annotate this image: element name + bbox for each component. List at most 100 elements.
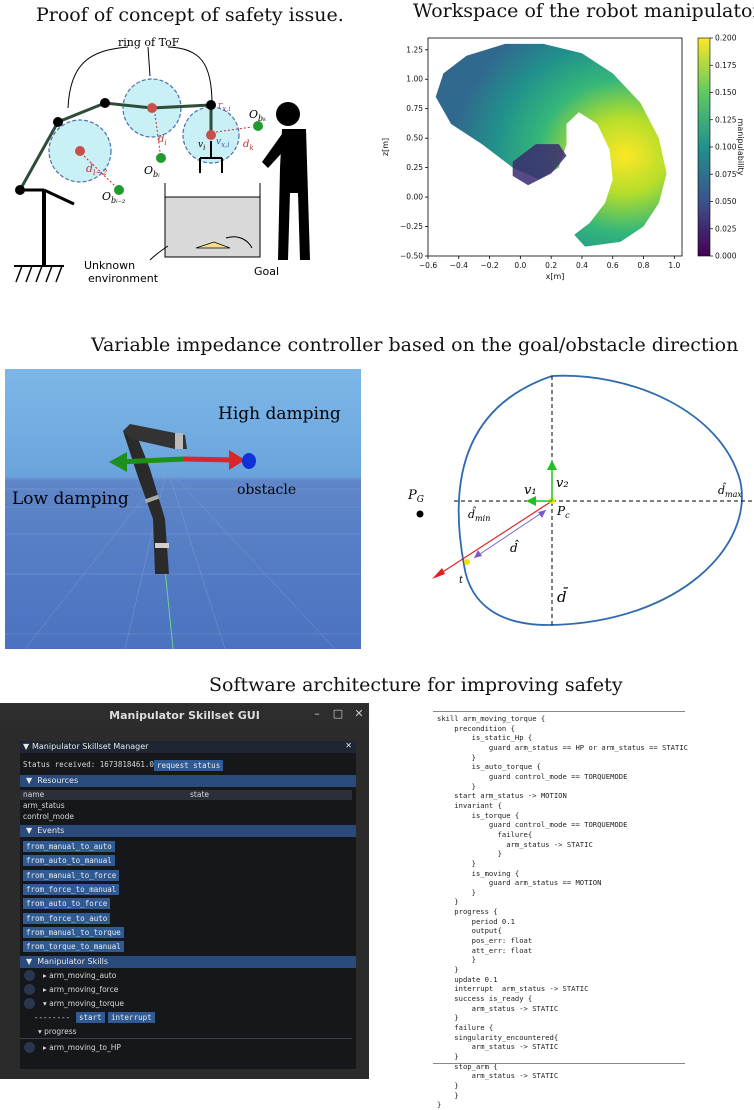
obstacle-label: obstacle	[237, 482, 296, 498]
workspace-chart: −0.6 −0.4 −0.2 0.0 0.2 0.4 0.6 0.8 1.0 1.25 1.00 0.…	[381, 34, 745, 282]
d-max-label: d̂max	[718, 483, 742, 499]
divider	[20, 1038, 352, 1039]
skill-status-dot	[24, 998, 35, 1009]
y-axis-label: z[m]	[381, 138, 390, 156]
manipulator-skills-header[interactable]: ▼ Manipulator Skills	[20, 956, 356, 968]
resources-header-label: Resources	[37, 776, 79, 785]
colorbar-gradient	[697, 37, 711, 257]
proof-title: Proof of concept of safety issue.	[36, 4, 344, 26]
d-i-label: di	[158, 134, 167, 147]
p-g-label: PG	[407, 488, 424, 505]
colorbar-tick-label: 0.075	[715, 170, 737, 179]
t-label: t	[459, 575, 464, 586]
plot-area: −0.6 −0.4 −0.2 0.0 0.2 0.4 0.6 0.8 1.0 1.25 1.00 0.…	[400, 37, 683, 270]
skill-label: arm_moving_force	[49, 985, 119, 994]
goal-label: Goal	[254, 265, 279, 278]
skill-status-dot	[24, 970, 35, 981]
x-tick-label: −0.4	[450, 261, 468, 270]
skill-label: arm_moving_torque	[49, 999, 125, 1008]
skills-header-label: Manipulator Skills	[37, 957, 109, 966]
collapse-triangle-icon[interactable]: ▼	[23, 742, 29, 751]
skill-item[interactable]: ▸ arm_moving_to_HP	[43, 1043, 121, 1052]
skill-item-expanded[interactable]: ▾ arm_moving_torque	[43, 999, 124, 1008]
workspace-title: Workspace of the robot manipulator	[413, 0, 754, 22]
events-header[interactable]: ▼ Events	[20, 825, 356, 837]
d-k-label: dk	[243, 139, 254, 152]
event-button[interactable]: from_force_to_auto	[23, 913, 111, 924]
events-header-label: Events	[37, 826, 65, 835]
minimize-icon[interactable]: –	[310, 707, 324, 721]
panel-title: Manipulator Skillset Manager	[32, 742, 149, 751]
software-title: Software architecture for improving safe…	[209, 674, 623, 696]
event-button[interactable]: from_auto_to_force	[23, 898, 111, 909]
event-button[interactable]: from_auto_to_manual	[23, 855, 115, 866]
skill-item[interactable]: ▸ arm_moving_auto	[43, 971, 116, 980]
unknown-environment-label: Unknown	[84, 259, 135, 272]
skill-code-listing: skill arm_moving_torque { precondition {…	[437, 714, 688, 1110]
x-tick-label: −0.6	[419, 261, 437, 270]
unknown-environment-label-2: environment	[88, 272, 159, 285]
colorbar-tick-label: 0.200	[715, 34, 737, 43]
d-min-label: d̂min	[468, 507, 490, 523]
resource-arm-status: arm_status	[23, 801, 65, 810]
colorbar-tick-label: 0.100	[715, 143, 737, 152]
x-tick-label: 0.4	[576, 261, 588, 270]
low-damping-label: Low damping	[12, 489, 129, 509]
event-button[interactable]: from_torque_to_manual	[23, 941, 124, 952]
start-button[interactable]: start	[76, 1012, 105, 1023]
skill-item[interactable]: ▸ arm_moving_force	[43, 985, 118, 994]
impedance-ellipse-diagram: PG v₁ v₂ Pc d̂max d̂min d̂ t d̄	[407, 374, 752, 626]
x-tick-label: 1.0	[668, 261, 680, 270]
d-bar-label: d̄	[557, 588, 568, 606]
event-button[interactable]: from_manual_to_auto	[23, 841, 115, 852]
col-state: state	[190, 790, 209, 799]
v2-label: v₂	[556, 476, 569, 491]
close-window-icon[interactable]: ✕	[352, 707, 366, 721]
event-button[interactable]: from_force_to_manual	[23, 884, 120, 895]
x-tick-label: 0.8	[638, 261, 650, 270]
colorbar-tick-label: 0.150	[715, 88, 737, 97]
panel-header: ▼ Manipulator Skillset Manager ✕	[20, 741, 356, 753]
colorbar-tick-label: 0.175	[715, 61, 737, 70]
x-tick-label: 0.0	[514, 261, 526, 270]
p-c-label: Pc	[556, 504, 570, 520]
progress-label: progress	[44, 1027, 77, 1036]
interrupt-button[interactable]: interrupt	[108, 1012, 155, 1023]
skillset-manager-panel: ▼ Manipulator Skillset Manager ✕ Status …	[20, 741, 356, 1069]
ring-of-tof-label: ring of ToF	[118, 36, 180, 49]
event-button[interactable]: from_manual_to_force	[23, 870, 120, 881]
v1-label: v₁	[524, 483, 537, 498]
event-button[interactable]: from_manual_to_torque	[23, 927, 124, 938]
resources-header[interactable]: ▼ Resources	[20, 775, 356, 787]
skill-label: arm_moving_auto	[49, 971, 117, 980]
y-tick-label: −0.50	[400, 252, 423, 261]
status-received-text: Status received: 1673818461.0	[23, 760, 154, 769]
y-tick-label: 1.00	[406, 75, 423, 84]
code-top-rule	[433, 711, 685, 712]
obstacle-i-label: Obᵢ	[144, 164, 160, 179]
colorbar-tick-label: 0.050	[715, 197, 737, 206]
skillset-gui-window: Manipulator Skillset GUI – □ ✕ ▼ Manipul…	[0, 703, 369, 1079]
d-hat-label: d̂	[510, 538, 520, 555]
resources-table-header	[20, 790, 352, 800]
progress-item[interactable]: ▾ progress	[38, 1027, 77, 1036]
y-tick-label: 0.25	[406, 163, 423, 172]
x-tick-label: 0.2	[545, 261, 557, 270]
x-tick-label: −0.2	[480, 261, 498, 270]
high-damping-label: High damping	[218, 404, 341, 424]
x-tick-label: 0.6	[607, 261, 619, 270]
close-panel-icon[interactable]: ✕	[345, 741, 352, 750]
obstacle-k-label: Obₖ	[249, 108, 266, 123]
code-bottom-rule	[433, 1063, 685, 1064]
window-titlebar[interactable]: Manipulator Skillset GUI – □ ✕	[0, 703, 369, 727]
y-tick-label: 0.75	[406, 104, 423, 113]
skill-separator: --------	[34, 1013, 71, 1022]
colorbar-tick-label: 0.025	[715, 224, 737, 233]
y-tick-label: −0.25	[400, 222, 423, 231]
colorbar-label: manipulability	[736, 119, 745, 176]
request-status-button[interactable]: request status	[154, 760, 224, 771]
x-axis-label: x[m]	[546, 272, 565, 281]
y-tick-label: 1.25	[406, 45, 423, 54]
colorbar-tick-label: 0.000	[715, 252, 737, 261]
maximize-icon[interactable]: □	[331, 707, 345, 721]
